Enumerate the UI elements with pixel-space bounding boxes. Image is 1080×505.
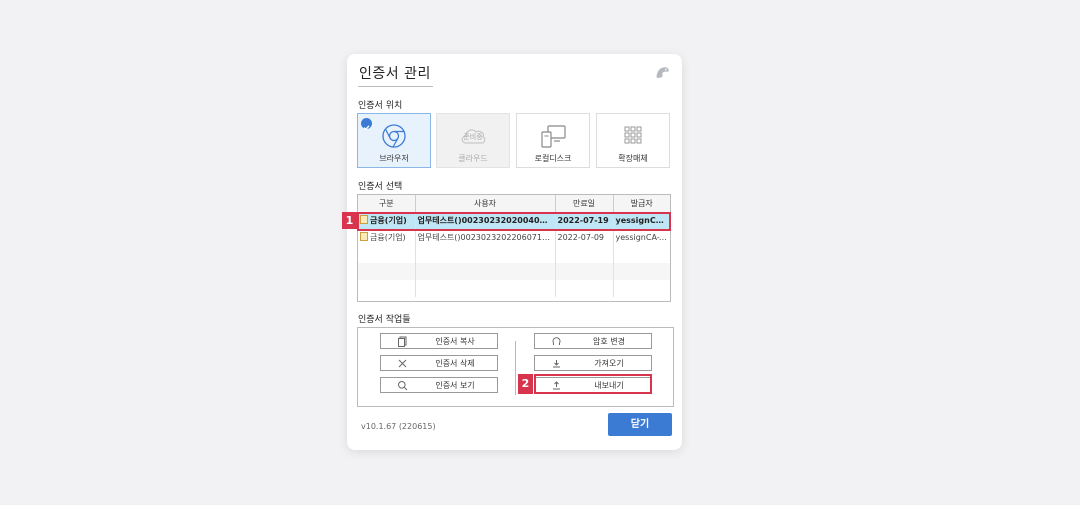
export-cert-button[interactable]: 내보내기 bbox=[534, 377, 652, 393]
dialog-title: 인증서 관리 bbox=[358, 63, 433, 87]
cert-issuer-cell: yessignCA-... bbox=[613, 212, 670, 229]
cert-operations-section-label: 인증서 작업들 bbox=[358, 315, 411, 325]
cert-table: 구분 사용자 만료일 발급자 금융(기업) 업무테스트()00230232020… bbox=[357, 194, 671, 302]
cert-type-cell: 금융(기업) bbox=[358, 229, 416, 246]
location-label: 브라우저 bbox=[379, 154, 409, 163]
import-cert-button[interactable]: 가져오기 bbox=[534, 355, 652, 371]
button-label: 암호 변경 bbox=[593, 337, 625, 346]
location-section-label: 인증서 위치 bbox=[358, 101, 403, 111]
empty-row bbox=[358, 263, 670, 280]
brand-logo-icon bbox=[656, 67, 669, 78]
cert-select-section-label: 인증서 선택 bbox=[358, 182, 403, 192]
cert-expires-cell: 2022-07-09 bbox=[555, 229, 614, 246]
change-password-button[interactable]: 암호 변경 bbox=[534, 333, 652, 349]
export-icon bbox=[553, 381, 560, 390]
check-icon bbox=[361, 118, 372, 131]
step-badge-1: 1 bbox=[342, 212, 357, 229]
divider bbox=[515, 341, 516, 395]
location-browser-button[interactable]: 브라우저 bbox=[357, 113, 431, 168]
location-local-disk-button[interactable]: 로컬디스크 bbox=[516, 113, 590, 168]
button-label: 가져오기 bbox=[594, 359, 624, 368]
browser-icon bbox=[382, 124, 406, 148]
local-disk-icon bbox=[541, 125, 566, 148]
location-label: 확장매체 bbox=[618, 154, 648, 163]
location-extension-media-button[interactable]: 확장매체 bbox=[596, 113, 670, 168]
location-cloud-button: 준비중 클라우드 bbox=[436, 113, 510, 168]
extension-media-icon bbox=[624, 126, 642, 144]
button-label: 인증서 보기 bbox=[435, 381, 475, 390]
cert-expires-cell: 2022-07-19 bbox=[555, 212, 614, 229]
cert-operations-panel: 인증서 복사 인증서 삭제 인증서 보기 암호 변경 가져오기 내보내기 bbox=[357, 327, 674, 407]
certificate-icon bbox=[360, 215, 368, 225]
location-label: 로컬디스크 bbox=[534, 154, 572, 163]
cert-user-cell: 업무테스트()0023023202004081... bbox=[415, 212, 556, 229]
copy-cert-button[interactable]: 인증서 복사 bbox=[380, 333, 498, 349]
delete-cert-button[interactable]: 인증서 삭제 bbox=[380, 355, 498, 371]
cert-type: 금융(기업) bbox=[370, 216, 407, 226]
column-header-user[interactable]: 사용자 bbox=[415, 195, 556, 213]
empty-row bbox=[358, 280, 670, 297]
search-icon bbox=[398, 381, 408, 391]
step-badge-2: 2 bbox=[518, 374, 533, 394]
table-row[interactable]: 금융(기업) 업무테스트()0023023202004081... 2022-0… bbox=[358, 212, 670, 229]
certificate-icon bbox=[360, 232, 368, 241]
cert-type: 금융(기업) bbox=[370, 233, 406, 242]
empty-row bbox=[358, 246, 670, 263]
button-label: 인증서 복사 bbox=[435, 337, 475, 346]
cert-manager-dialog: 인증서 관리 인증서 위치 브라우저 준비중 클라우드 로컬디스크 확장매체 인… bbox=[347, 54, 682, 450]
button-label: 내보내기 bbox=[594, 381, 624, 390]
column-header-expires[interactable]: 만료일 bbox=[555, 195, 614, 213]
cert-issuer-cell: yessignCA-T... bbox=[615, 233, 671, 242]
cert-type-cell: 금융(기업) bbox=[358, 212, 416, 229]
column-header-type[interactable]: 구분 bbox=[358, 195, 416, 213]
location-label: 클라우드 bbox=[458, 154, 488, 163]
cert-user-cell: 업무테스트()0023023202206071230... bbox=[415, 229, 556, 246]
import-icon bbox=[553, 360, 560, 368]
view-cert-button[interactable]: 인증서 보기 bbox=[380, 377, 498, 393]
password-change-icon bbox=[552, 337, 561, 345]
table-row[interactable]: 금융(기업) 업무테스트()0023023202206071230... 202… bbox=[358, 229, 670, 246]
close-button[interactable]: 닫기 bbox=[608, 413, 672, 436]
copy-icon bbox=[398, 336, 407, 347]
table-header-row: 구분 사용자 만료일 발급자 bbox=[358, 195, 670, 213]
delete-icon bbox=[398, 359, 407, 368]
cloud-preparing-badge: 준비중 bbox=[463, 133, 483, 141]
button-label: 인증서 삭제 bbox=[435, 359, 475, 368]
column-header-issuer[interactable]: 발급자 bbox=[613, 195, 670, 213]
version-text: v10.1.67 (220615) bbox=[361, 422, 436, 431]
